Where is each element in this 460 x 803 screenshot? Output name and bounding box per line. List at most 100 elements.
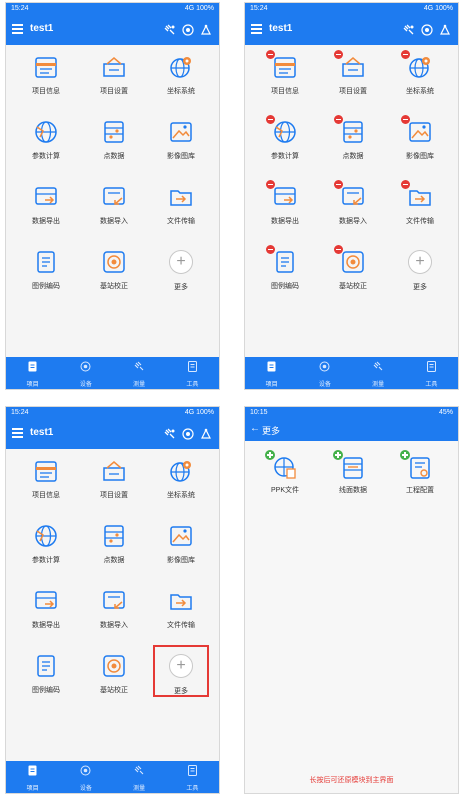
module-globe-calc[interactable]: 参数计算: [255, 115, 315, 181]
module-legend-code[interactable]: 图例编码: [255, 245, 315, 311]
module-folder-settings[interactable]: 项目设置: [323, 50, 383, 116]
nav-survey[interactable]: 测量: [352, 357, 405, 389]
module-file-transfer[interactable]: 文件传输: [151, 184, 211, 246]
more-title: 更多: [262, 426, 281, 436]
base-correction-icon: [101, 653, 127, 679]
satellite-indicator[interactable]: [163, 23, 177, 37]
add-badge-icon[interactable]: [265, 450, 275, 460]
module-folder-info[interactable]: 项目信息: [255, 50, 315, 116]
globe-pin-icon: [168, 458, 194, 484]
remove-badge-icon[interactable]: [334, 50, 343, 59]
signal-indicator[interactable]: [199, 23, 213, 37]
bottom-nav: 项目 设备 测量 工具: [6, 357, 219, 389]
module-legend-code[interactable]: 图例编码: [16, 249, 76, 311]
data-export-icon: [266, 180, 298, 210]
module-folder-info[interactable]: 项目信息: [16, 458, 76, 520]
add-badge-icon[interactable]: [400, 450, 410, 460]
nav-tools[interactable]: 工具: [166, 357, 219, 389]
more-module-line-surface-data[interactable]: 线面数据: [323, 450, 383, 517]
remove-badge-icon[interactable]: [266, 245, 275, 254]
module-folder-settings[interactable]: 项目设置: [84, 458, 144, 520]
add-badge-icon[interactable]: [333, 450, 343, 460]
module-folder-settings[interactable]: 项目设置: [84, 54, 144, 116]
project-config-icon: [400, 450, 433, 481]
module-base-correction[interactable]: 基站校正: [323, 245, 383, 311]
module-data-export[interactable]: 数据导出: [16, 184, 76, 246]
remove-badge-icon[interactable]: [334, 115, 343, 124]
status-time: 15:24: [11, 5, 29, 12]
remove-badge-icon[interactable]: [401, 115, 410, 124]
base-indicator[interactable]: [181, 23, 195, 37]
signal-indicator[interactable]: [199, 427, 213, 441]
back-arrow-icon[interactable]: ←: [250, 423, 260, 434]
nav-device[interactable]: 设备: [59, 357, 112, 389]
module-label: 影像图库: [167, 153, 195, 160]
nav-tools[interactable]: 工具: [166, 761, 219, 793]
nav-project[interactable]: 项目: [6, 357, 59, 389]
module-base-correction[interactable]: 基站校正: [84, 249, 144, 311]
module-point-data[interactable]: 点数据: [84, 119, 144, 181]
module-globe-calc[interactable]: 参数计算: [16, 523, 76, 585]
module-data-import[interactable]: 数据导入: [84, 588, 144, 650]
module-globe-pin[interactable]: 坐标系统: [151, 54, 211, 116]
module-plus[interactable]: + 更多: [390, 249, 450, 311]
nav-survey[interactable]: 测量: [113, 357, 166, 389]
folder-info-icon: [33, 458, 59, 484]
more-module-ppk-file[interactable]: PPK文件: [255, 450, 315, 517]
tools-icon: [187, 763, 198, 780]
module-point-data[interactable]: 点数据: [84, 523, 144, 585]
satellite-icon: [164, 24, 175, 35]
nav-project[interactable]: 项目: [245, 357, 298, 389]
status-bar: 15:24 4G 100%: [6, 3, 219, 15]
tools-icon: [187, 359, 198, 376]
remove-badge-icon[interactable]: [266, 115, 275, 124]
module-image-gallery[interactable]: 影像图库: [390, 115, 450, 181]
module-file-transfer[interactable]: 文件传输: [151, 588, 211, 650]
status-battery: 4G 100%: [423, 5, 453, 12]
module-point-data[interactable]: 点数据: [323, 115, 383, 181]
more-module-project-config[interactable]: 工程配置: [390, 450, 450, 517]
module-label: 图例编码: [32, 687, 60, 694]
nav-device[interactable]: 设备: [59, 761, 112, 793]
module-data-import[interactable]: 数据导入: [323, 180, 383, 246]
more-app-bar: ← 更多: [245, 419, 458, 441]
base-indicator[interactable]: [181, 427, 195, 441]
module-globe-calc[interactable]: 参数计算: [16, 119, 76, 181]
home-screen-normal: 15:24 4G 100% test1 项目信息 项目设置 坐标系统参数计算 点数据 影…: [5, 2, 220, 390]
module-image-gallery[interactable]: 影像图库: [151, 119, 211, 181]
base-indicator[interactable]: [420, 23, 434, 37]
remove-badge-icon[interactable]: [334, 245, 343, 254]
status-time: 15:24: [11, 409, 29, 416]
remove-badge-icon[interactable]: [266, 50, 275, 59]
satellite-indicator[interactable]: [163, 427, 177, 441]
nav-project[interactable]: 项目: [6, 761, 59, 793]
remove-badge-icon[interactable]: [401, 180, 410, 189]
menu-icon[interactable]: [12, 24, 23, 34]
module-label: 项目信息: [32, 492, 60, 499]
nav-device[interactable]: 设备: [298, 357, 351, 389]
menu-icon[interactable]: [12, 428, 23, 438]
remove-badge-icon[interactable]: [401, 50, 410, 59]
survey-icon: [134, 763, 145, 780]
module-legend-code[interactable]: 图例编码: [16, 653, 76, 715]
signal-indicator[interactable]: [438, 23, 452, 37]
module-data-export[interactable]: 数据导出: [255, 180, 315, 246]
module-data-import[interactable]: 数据导入: [84, 184, 144, 246]
module-globe-pin[interactable]: 坐标系统: [390, 50, 450, 116]
nav-tools[interactable]: 工具: [405, 357, 458, 389]
module-plus[interactable]: + 更多: [151, 249, 211, 311]
remove-badge-icon[interactable]: [266, 180, 275, 189]
module-image-gallery[interactable]: 影像图库: [151, 523, 211, 585]
remove-badge-icon[interactable]: [334, 180, 343, 189]
module-folder-info[interactable]: 项目信息: [16, 54, 76, 116]
module-data-export[interactable]: 数据导出: [16, 588, 76, 650]
nav-survey[interactable]: 测量: [113, 761, 166, 793]
menu-icon[interactable]: [251, 24, 262, 34]
project-icon: [266, 359, 277, 376]
module-file-transfer[interactable]: 文件传输: [390, 180, 450, 246]
module-base-correction[interactable]: 基站校正: [84, 653, 144, 715]
module-globe-pin[interactable]: 坐标系统: [151, 458, 211, 520]
project-title: test1: [269, 23, 293, 34]
satellite-indicator[interactable]: [402, 23, 416, 37]
app-bar: test1: [6, 15, 219, 45]
